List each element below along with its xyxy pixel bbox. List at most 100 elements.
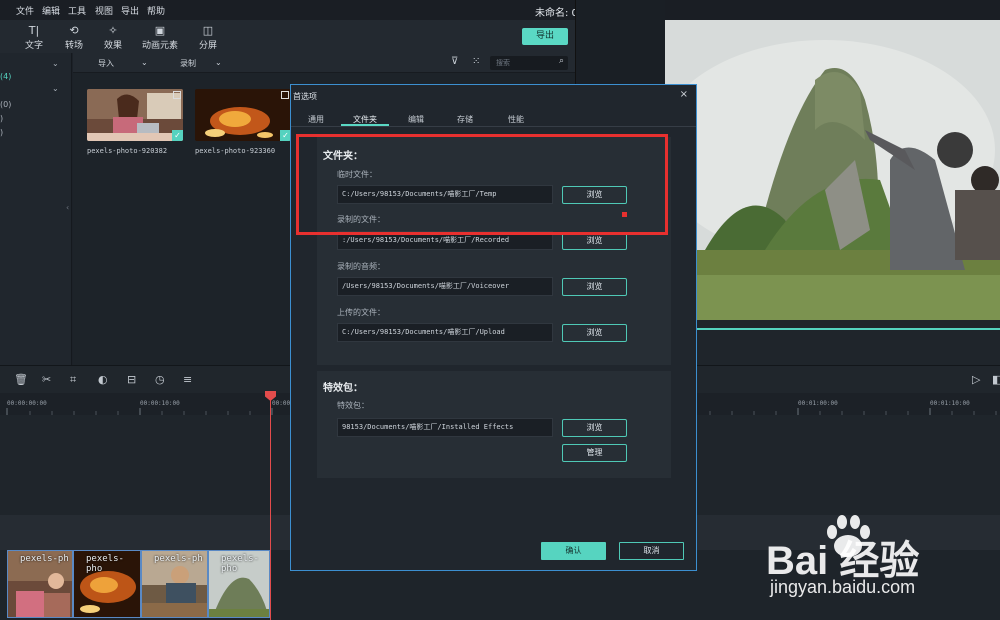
baidu-watermark: Bai 经验 jingyan.baidu.com <box>760 512 1000 620</box>
record-button[interactable]: 录制 <box>180 58 196 69</box>
menu-bar: 文件 编辑 工具 视图 导出 帮助 未命名: 00:00:20:00 <box>0 0 1000 20</box>
clock-icon[interactable]: ◷ <box>155 373 165 386</box>
media-bar: 导入 ⌄ 录制 ⌄ ⊽ ⁙ 搜索 ⌕ <box>73 53 575 73</box>
left-item-b[interactable]: ) <box>0 128 3 137</box>
export-button[interactable]: 导出 <box>522 28 568 45</box>
preview-controls <box>665 320 1000 365</box>
ok-button[interactable]: 确认 <box>541 542 606 560</box>
split-screen-icon: ◫ <box>202 24 214 37</box>
text-icon: T| <box>28 24 40 37</box>
left-item-a[interactable]: ) <box>0 114 3 123</box>
corner-icon <box>173 91 181 99</box>
menu-file[interactable]: 文件 <box>16 4 34 17</box>
media-thumb-1[interactable]: ✓ <box>87 89 183 141</box>
active-tab-indicator <box>341 124 389 126</box>
delete-icon[interactable]: 🗑 <box>14 373 28 386</box>
tick-label-0: 00:00:00:00 <box>7 400 47 407</box>
clip-label-3: pexels-ph <box>154 554 203 564</box>
tool-transition-label: 转场 <box>64 41 83 51</box>
import-button[interactable]: 导入 <box>98 58 114 69</box>
effects-pack-browse-button[interactable]: 浏览 <box>562 419 627 437</box>
tick-label-4: 00:01:10:00 <box>930 400 970 407</box>
effects-pack-manage-button[interactable]: 管理 <box>562 444 627 462</box>
uploaded-files-browse-button[interactable]: 浏览 <box>562 324 627 342</box>
check-icon: ✓ <box>172 130 183 141</box>
clip-label-2: pexels-pho <box>86 554 124 574</box>
recorded-audio-path-input[interactable]: /Users/98153/Documents/喵影工厂/Voiceover <box>337 277 553 296</box>
timeline-clip-4[interactable]: pexels-pho <box>208 550 270 618</box>
search-icon[interactable]: ⌕ <box>559 56 564 66</box>
color-icon[interactable]: ◐ <box>98 373 108 386</box>
thumb-image-woman <box>87 89 183 141</box>
tool-split-screen-label: 分屏 <box>198 41 217 51</box>
timeline-clip-1[interactable]: pexels-ph <box>7 550 73 618</box>
video-preview <box>665 20 1000 320</box>
screen-icon[interactable]: ⊟ <box>127 373 136 386</box>
tool-transition[interactable]: ⟲ 转场 <box>54 24 94 51</box>
uploaded-files-path-input[interactable]: C:/Users/98153/Documents/喵影工厂/Upload <box>337 323 553 342</box>
toolbar: T| 文字 ⟲ 转场 ✧ 效果 ▣ 动画元素 ◫ 分屏 导出 <box>0 20 575 53</box>
grid-view-icon[interactable]: ⁙ <box>472 56 480 67</box>
effects-section: 特效包： 特效包： 98153/Documents/喵影工厂/Installed… <box>317 371 671 478</box>
elements-icon: ▣ <box>154 24 166 37</box>
tab-performance[interactable]: 性能 <box>508 114 524 125</box>
watermark-url: jingyan.baidu.com <box>770 577 916 597</box>
menu-export[interactable]: 导出 <box>121 4 139 17</box>
playhead-line[interactable] <box>270 391 271 620</box>
annotation-dot <box>622 212 627 217</box>
media-thumb-2[interactable]: ✓ <box>195 89 291 141</box>
tab-storage[interactable]: 存储 <box>457 114 473 125</box>
thumb-image-fire <box>195 89 291 141</box>
collapse-chevron-icon-2[interactable]: ⌄ <box>52 84 59 93</box>
menu-help[interactable]: 帮助 <box>147 4 165 17</box>
uploaded-files-label: 上传的文件： <box>337 308 385 317</box>
crop-icon[interactable]: ⌗ <box>70 373 76 387</box>
cancel-button[interactable]: 取消 <box>619 542 684 560</box>
preview-progress-bar[interactable] <box>665 328 1000 330</box>
annotation-highlight-box <box>296 134 668 235</box>
tool-text-label: 文字 <box>24 41 43 51</box>
tick-label-1: 00:00:10:00 <box>140 400 180 407</box>
left-item-folder[interactable]: (0) <box>0 100 11 109</box>
tick-label-3: 00:01:00:00 <box>798 400 838 407</box>
import-chevron-icon[interactable]: ⌄ <box>141 58 148 67</box>
menu-view[interactable]: 视图 <box>95 4 113 17</box>
effects-pack-path-input[interactable]: 98153/Documents/喵影工厂/Installed Effects <box>337 418 553 437</box>
search-box[interactable]: 搜索 ⌕ <box>490 56 568 70</box>
record-chevron-icon[interactable]: ⌄ <box>215 58 222 67</box>
timeline-clip-2[interactable]: pexels-pho <box>73 550 141 618</box>
menu-tools[interactable]: 工具 <box>68 4 86 17</box>
filter-icon[interactable]: ⊽ <box>451 56 458 67</box>
left-item-all-media[interactable]: (4) <box>0 72 11 81</box>
play-icon[interactable]: ▷ <box>972 373 980 386</box>
panel-collapse-icon[interactable]: ‹ <box>66 203 69 212</box>
tool-elements[interactable]: ▣ 动画元素 <box>140 24 180 51</box>
tab-general[interactable]: 通用 <box>308 114 324 125</box>
clip-label-1: pexels-ph <box>20 554 69 564</box>
effects-pack-label: 特效包： <box>337 401 369 410</box>
clip-label-4: pexels-pho <box>221 554 259 574</box>
cut-icon[interactable]: ✂ <box>42 373 51 386</box>
menu-edit[interactable]: 编辑 <box>42 4 60 17</box>
search-input[interactable]: 搜索 <box>496 58 510 68</box>
adjust-icon[interactable]: ≡ <box>183 373 192 386</box>
tool-text[interactable]: T| 文字 <box>14 24 54 51</box>
tool-elements-label: 动画元素 <box>141 41 178 51</box>
marker-icon[interactable]: ◧ <box>992 373 1000 386</box>
tab-edit[interactable]: 编辑 <box>408 114 424 125</box>
left-panel: ⌄ (4) ⌄ (0) ) ) ‹ <box>0 53 72 365</box>
tool-effects-label: 效果 <box>103 41 122 51</box>
media-thumb-1-label: pexels-photo-920382 <box>87 147 168 155</box>
recorded-audio-browse-button[interactable]: 浏览 <box>562 278 627 296</box>
tool-split-screen[interactable]: ◫ 分屏 <box>188 24 228 51</box>
tool-effects[interactable]: ✧ 效果 <box>93 24 133 51</box>
corner-icon-2 <box>281 91 289 99</box>
effects-icon: ✧ <box>108 24 118 37</box>
timeline-clip-3[interactable]: pexels-ph <box>141 550 208 618</box>
effects-section-title: 特效包： <box>323 383 363 394</box>
tick-label-2: 00:00 <box>272 400 291 407</box>
preview-image <box>665 20 1000 320</box>
dialog-title: 首选项 <box>293 92 317 101</box>
close-icon[interactable]: × <box>680 89 688 100</box>
collapse-chevron-icon[interactable]: ⌄ <box>52 59 59 68</box>
